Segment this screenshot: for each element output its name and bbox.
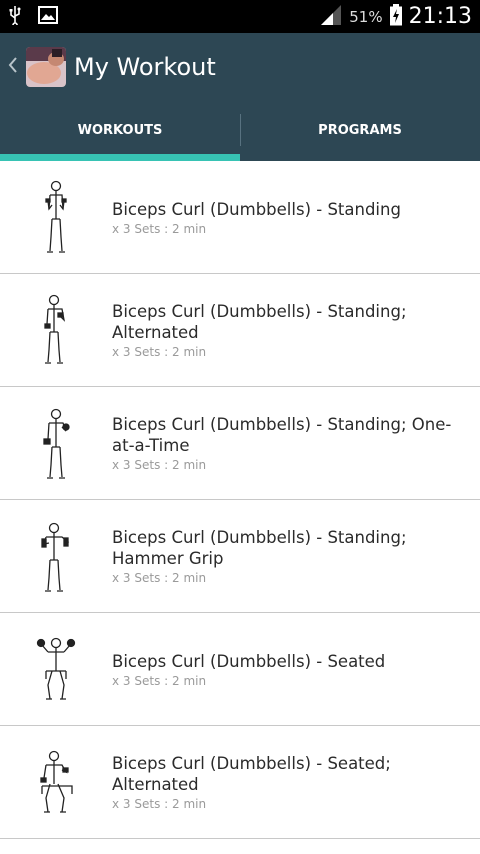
tab-workouts[interactable]: WORKOUTS — [0, 100, 240, 161]
battery-percent: 51% — [349, 7, 383, 26]
list-item[interactable]: Biceps Curl (Dumbbells) - Standing x 3 S… — [0, 161, 480, 274]
exercise-meta: x 3 Sets : 2 min — [112, 345, 207, 359]
tab-bar: WORKOUTS PROGRAMS — [0, 100, 480, 161]
exercise-illustration — [16, 624, 96, 714]
exercise-meta: x 3 Sets : 2 min — [112, 673, 207, 688]
exercise-meta: x 3 Sets : 2 min — [112, 797, 207, 811]
avatar[interactable] — [26, 46, 66, 87]
exercise-name: Biceps Curl (Dumbbells) - Standing; Hamm… — [112, 528, 407, 568]
list-item[interactable]: Biceps Curl (Dumbbells) - Standing; One-… — [0, 387, 480, 500]
exercise-name: Biceps Curl (Dumbbells) - Seated; Altern… — [112, 754, 391, 794]
list-item[interactable]: Biceps Curl (Dumbbells) - Seated x 3 Set… — [0, 613, 480, 726]
back-button[interactable] — [2, 33, 24, 100]
tab-programs[interactable]: PROGRAMS — [240, 100, 480, 161]
exercise-meta: x 3 Sets : 2 min — [112, 221, 207, 236]
exercise-name: Biceps Curl (Dumbbells) - Standing; One-… — [112, 415, 452, 455]
list-item[interactable]: Biceps Curl (Dumbbells) - Seated; Altern… — [0, 726, 480, 839]
status-bar: 51% 21:13 — [0, 0, 480, 33]
exercise-name: Biceps Curl (Dumbbells) - Seated — [112, 651, 386, 671]
exercise-meta: x 3 Sets : 2 min — [112, 458, 207, 472]
exercise-list: Biceps Curl (Dumbbells) - Standing x 3 S… — [0, 161, 480, 839]
gallery-icon — [38, 5, 58, 28]
chevron-left-icon — [8, 56, 18, 78]
exercise-meta: x 3 Sets : 2 min — [112, 571, 207, 585]
exercise-name: Biceps Curl (Dumbbells) - Standing — [112, 199, 401, 219]
exercise-illustration — [16, 398, 96, 488]
usb-icon — [8, 5, 22, 29]
page-title: My Workout — [74, 52, 216, 81]
list-item[interactable]: Biceps Curl (Dumbbells) - Standing; Alte… — [0, 274, 480, 387]
exercise-illustration — [16, 737, 96, 827]
exercise-name: Biceps Curl (Dumbbells) - Standing; Alte… — [112, 302, 407, 342]
clock: 21:13 — [408, 4, 472, 29]
list-item[interactable]: Biceps Curl (Dumbbells) - Standing; Hamm… — [0, 500, 480, 613]
battery-charging-icon — [389, 3, 403, 30]
signal-icon — [319, 4, 343, 30]
exercise-illustration — [16, 285, 96, 375]
exercise-illustration — [16, 172, 96, 262]
exercise-illustration — [16, 511, 96, 601]
app-bar: My Workout — [0, 33, 480, 100]
